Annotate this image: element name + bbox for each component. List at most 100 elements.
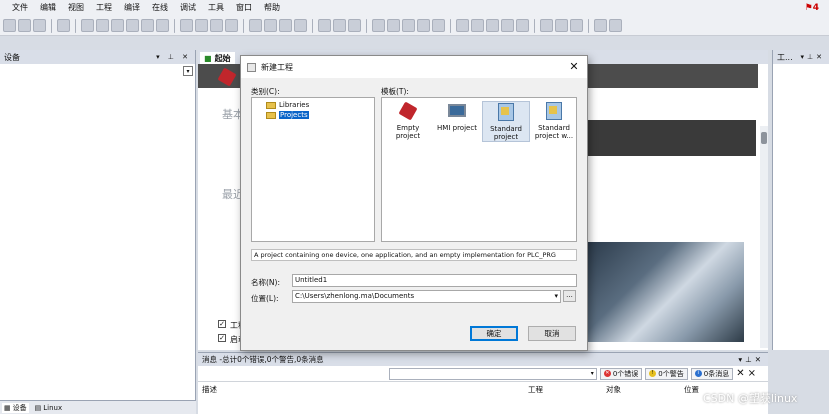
start-page-scrollbar[interactable]: [760, 126, 768, 348]
bookmark-next-icon[interactable]: [264, 19, 277, 32]
step-over-icon[interactable]: [456, 19, 469, 32]
notification-flag-icon[interactable]: ⚑4: [805, 3, 819, 13]
menu-window[interactable]: 窗口: [230, 0, 258, 16]
checkbox-startup[interactable]: ✓: [218, 334, 226, 342]
tab-devices[interactable]: ▦ 设备: [2, 402, 29, 413]
compare-icon[interactable]: [609, 19, 622, 32]
menu-build[interactable]: 编译: [118, 0, 146, 16]
bookmark-prev-icon[interactable]: [279, 19, 292, 32]
new-project-dialog: 新建工程 ✕ 类别(C): 模板(T): Libraries Projects …: [240, 55, 588, 351]
new-file-icon[interactable]: [3, 19, 16, 32]
breakpoint-icon[interactable]: [516, 19, 529, 32]
menu-help[interactable]: 帮助: [258, 0, 286, 16]
menu-file[interactable]: 文件: [6, 0, 34, 16]
stop-icon[interactable]: [417, 19, 430, 32]
panel-dropdown-icon[interactable]: ▾: [183, 66, 193, 76]
options-icon[interactable]: [594, 19, 607, 32]
reset-icon[interactable]: [432, 19, 445, 32]
tab-start-page[interactable]: ■ 起始: [200, 52, 235, 64]
panel-controls[interactable]: ▾⊥✕: [738, 355, 764, 364]
ok-button[interactable]: 确定: [470, 326, 518, 341]
toolbar-separator: [450, 18, 451, 33]
open-icon[interactable]: [18, 19, 31, 32]
copy-icon[interactable]: [126, 19, 139, 32]
template-empty-project[interactable]: Empty project: [384, 101, 432, 140]
find-icon[interactable]: [180, 19, 193, 32]
dialog-app-icon: [247, 62, 256, 72]
tree-item-label: Projects: [279, 111, 309, 119]
news-image[interactable]: [586, 242, 744, 342]
info-icon: i: [694, 370, 702, 377]
cut-icon[interactable]: [111, 19, 124, 32]
toolbar-separator: [534, 18, 535, 33]
col-description[interactable]: 描述: [202, 384, 217, 395]
browse-button[interactable]: ...: [563, 290, 576, 302]
clear-messages-icon[interactable]: ✕: [736, 368, 744, 379]
force-values-icon[interactable]: [555, 19, 568, 32]
run-to-cursor-icon[interactable]: [501, 19, 514, 32]
unforce-icon[interactable]: [570, 19, 583, 32]
tab-linux[interactable]: ▤ Linux: [35, 404, 63, 412]
cancel-button[interactable]: 取消: [528, 326, 576, 341]
menu-edit[interactable]: 编辑: [34, 0, 62, 16]
template-hmi-project[interactable]: HMI project: [433, 101, 481, 132]
find-next-icon[interactable]: [195, 19, 208, 32]
left-bottom-tabs: ▦ 设备 ▤ Linux: [0, 400, 196, 414]
category-tree[interactable]: Libraries Projects: [251, 97, 375, 242]
standard-project-icon: [496, 102, 516, 122]
menu-debug[interactable]: 调试: [174, 0, 202, 16]
login-icon[interactable]: [372, 19, 385, 32]
col-project[interactable]: 工程: [528, 384, 543, 395]
paste-icon[interactable]: [141, 19, 154, 32]
info-filter[interactable]: i 0条消息: [690, 367, 734, 380]
watermark: CSDN @望获linux: [703, 392, 798, 405]
redo-icon[interactable]: [96, 19, 109, 32]
tree-item-projects[interactable]: Projects: [266, 111, 309, 119]
undo-icon[interactable]: [81, 19, 94, 32]
codesys-logo-icon: [217, 67, 237, 87]
print-icon[interactable]: [57, 19, 70, 32]
scrollbar-thumb[interactable]: [761, 132, 767, 144]
clear-all-icon[interactable]: ⨯: [748, 368, 756, 379]
bookmark-icon[interactable]: [249, 19, 262, 32]
template-label: HMI project: [437, 124, 477, 132]
menu-online[interactable]: 在线: [146, 0, 174, 16]
build-icon[interactable]: [318, 19, 331, 32]
close-icon[interactable]: ✕: [567, 60, 581, 73]
template-standard-project[interactable]: Standard project: [482, 101, 530, 142]
col-position[interactable]: 位置: [684, 384, 699, 395]
save-icon[interactable]: [33, 19, 46, 32]
chevron-down-icon[interactable]: ▾: [554, 291, 558, 302]
linux-tab-icon: ▤: [34, 403, 42, 412]
template-standard-project-with-application[interactable]: Standard project w...: [530, 101, 578, 140]
replace-icon[interactable]: [210, 19, 223, 32]
devices-panel-header: 设备 ▾ ⊥ ✕: [0, 50, 195, 64]
tree-item-libraries[interactable]: Libraries: [266, 101, 309, 109]
menu-view[interactable]: 视图: [62, 0, 90, 16]
message-source-dropdown[interactable]: ▾: [388, 367, 597, 380]
messages-title: 消息 -总计0个错误,0个警告,0条消息: [202, 355, 324, 364]
panel-controls[interactable]: ▾⊥✕: [801, 53, 825, 61]
bookmark-clear-icon[interactable]: [294, 19, 307, 32]
location-label: 位置(L):: [251, 294, 279, 303]
write-values-icon[interactable]: [540, 19, 553, 32]
select-icon[interactable]: [225, 19, 238, 32]
project-name-input[interactable]: Untitled1: [292, 274, 577, 287]
step-out-icon[interactable]: [486, 19, 499, 32]
col-object[interactable]: 对象: [606, 384, 621, 395]
menu-project[interactable]: 工程: [90, 0, 118, 16]
run-icon[interactable]: [402, 19, 415, 32]
template-list[interactable]: Empty project HMI project Standard proje…: [381, 97, 577, 242]
menu-tools[interactable]: 工具: [202, 0, 230, 16]
delete-icon[interactable]: [156, 19, 169, 32]
project-location-combo[interactable]: C:\Users\zhenlong.ma\Documents ▾: [292, 290, 561, 303]
step-into-icon[interactable]: [471, 19, 484, 32]
logout-icon[interactable]: [387, 19, 400, 32]
clean-icon[interactable]: [348, 19, 361, 32]
rebuild-icon[interactable]: [333, 19, 346, 32]
checkbox-project[interactable]: ✓: [218, 320, 226, 328]
warning-icon: !: [649, 370, 657, 377]
errors-filter[interactable]: ✕ 0个错误: [599, 367, 643, 380]
panel-controls[interactable]: ▾ ⊥ ✕: [156, 53, 191, 61]
warnings-filter[interactable]: ! 0个警告: [645, 367, 688, 380]
